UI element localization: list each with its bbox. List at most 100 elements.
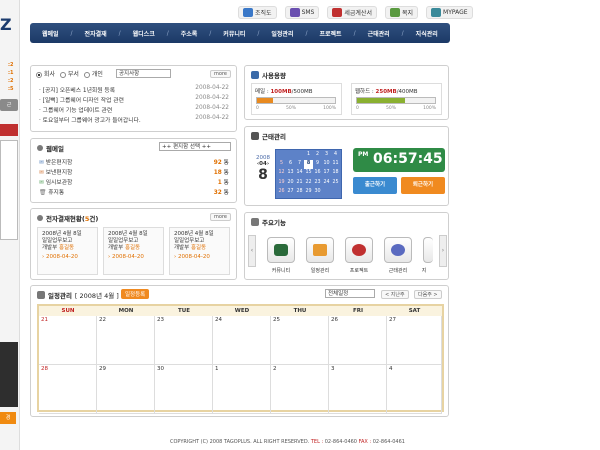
nav-knowledge[interactable]: 지식관리: [416, 29, 438, 38]
approval-card[interactable]: 2008년 4월 8일 일일업무보고 개발부 홍길동 › 2008-04-20: [37, 227, 98, 275]
calendar-icon: [37, 291, 45, 299]
mailbox-row[interactable]: ✉ 보낸편지함 18 통: [39, 167, 229, 176]
mypage-icon: [431, 7, 442, 17]
mailbox-row[interactable]: 🗑 휴지통 32 통: [39, 187, 229, 196]
calendar-day[interactable]: 10: [322, 160, 331, 169]
prev-week-button[interactable]: < 지난주: [381, 290, 409, 299]
feature-label: 지: [421, 268, 427, 274]
notice-item[interactable]: · 토요일부터 그룹웨어 광고가 들어갑니다. 2008-04-22: [39, 115, 229, 124]
calendar-day[interactable]: 1: [304, 151, 313, 160]
calendar-day[interactable]: 30: [313, 188, 322, 197]
radio-personal[interactable]: 개인: [83, 69, 103, 78]
schedule-day-cell[interactable]: 4: [387, 365, 442, 414]
nav-addressbook[interactable]: 주소록: [181, 29, 198, 38]
left-button[interactable]: 근: [0, 99, 18, 111]
main-nav: 웹메일 / 전자결재 / 웹디스크 / 주소록 / 커뮤니티 / 일정관리 / 프로젝트 / …: [30, 23, 450, 43]
schedule-day-cell[interactable]: 29: [97, 365, 155, 414]
calendar-day[interactable]: 5: [277, 160, 286, 169]
nav-community[interactable]: 커뮤니티: [223, 29, 245, 38]
calendar-day[interactable]: 23: [313, 179, 322, 188]
check-out-button[interactable]: 퇴근하기: [401, 177, 445, 194]
calendar-day[interactable]: 8: [304, 160, 313, 170]
calendar-day[interactable]: 15: [304, 169, 313, 178]
notice-item[interactable]: · [공지] 오픈베스 1년회원 등록 2008-04-22: [39, 85, 229, 94]
schedule-filter-select[interactable]: 전체일정: [325, 289, 375, 298]
schedule-day-cell[interactable]: 23: [155, 316, 213, 365]
approval-card[interactable]: 2008년 4월 8일 일일업무보고 개발부 홍길동 › 2008-04-20: [103, 227, 164, 275]
top-link-tax[interactable]: 세금계산서: [327, 5, 377, 19]
calendar-day[interactable]: 4: [331, 151, 340, 160]
calendar-day[interactable]: 20: [286, 179, 295, 188]
calendar-day[interactable]: 18: [331, 169, 340, 178]
community-icon[interactable]: [267, 237, 295, 263]
notice-item[interactable]: · [일뻑] 그룹웨어 디자인 작업 관련 2008-04-22: [39, 95, 229, 104]
schedule-day-cell[interactable]: 24: [213, 316, 271, 365]
nav-project[interactable]: 프로젝트: [319, 29, 341, 38]
nav-schedule[interactable]: 일정관리: [271, 29, 293, 38]
next-week-button[interactable]: 다음주 >: [414, 290, 442, 299]
radio-company[interactable]: 회사: [36, 69, 55, 78]
schedule-day-cell[interactable]: 30: [155, 365, 213, 414]
mailbox-row[interactable]: ✉ 임시보관함 1 통: [39, 177, 229, 186]
mailbox-select[interactable]: ++ 편지함 선택 ++: [159, 142, 231, 151]
schedule-day-cell[interactable]: 2: [271, 365, 329, 414]
calendar-day[interactable]: 28: [295, 188, 304, 197]
calendar-day[interactable]: 16: [313, 169, 322, 178]
calendar-day[interactable]: 13: [286, 169, 295, 178]
top-link-org[interactable]: 조직도: [238, 5, 277, 19]
count-2: :1: [8, 70, 14, 76]
schedule-icon[interactable]: [306, 237, 334, 263]
mailbox-row[interactable]: ✉ 받은편지함 92 통: [39, 157, 229, 166]
mini-calendar[interactable]: 1 2 3 4 5 6 7 8 9 10 11 12 13 14 15 16 17 18 19 20 21 22 23 24 2…: [275, 149, 342, 199]
nav-approval[interactable]: 전자결재: [85, 29, 107, 38]
notice-item[interactable]: · 그룹웨어 기능 업데이트 관련 2008-04-22: [39, 105, 229, 114]
radio-dept[interactable]: 부서: [59, 69, 79, 78]
calendar-day[interactable]: 17: [322, 169, 331, 178]
attendance-icon[interactable]: [384, 237, 412, 263]
calendar-day[interactable]: 14: [295, 169, 304, 178]
left-orange-button[interactable]: 경: [0, 412, 16, 424]
calendar-day[interactable]: 21: [295, 179, 304, 188]
prev-arrow-icon[interactable]: ‹: [248, 235, 256, 267]
schedule-day-cell[interactable]: 22: [97, 316, 155, 365]
schedule-day-cell[interactable]: 28: [39, 365, 97, 414]
knowledge-icon[interactable]: [423, 237, 433, 263]
approval-card[interactable]: 2008년 4월 8일 일일업무보고 개발부 홍길동 › 2008-04-20: [169, 227, 230, 275]
calendar-day[interactable]: 9: [313, 160, 322, 169]
schedule-day-cell[interactable]: 26: [329, 316, 387, 365]
approval-more-button[interactable]: more: [210, 213, 231, 221]
calendar-day[interactable]: 2: [313, 151, 322, 160]
notice-more-button[interactable]: more: [210, 70, 231, 78]
day-header: WED: [213, 306, 271, 316]
check-in-button[interactable]: 출근하기: [353, 177, 397, 194]
calendar-day[interactable]: 22: [304, 179, 313, 188]
schedule-day-cell[interactable]: 27: [387, 316, 442, 365]
top-link-mypage[interactable]: MYPAGE: [426, 5, 473, 19]
nav-webmail[interactable]: 웹메일: [42, 29, 59, 38]
calendar-day[interactable]: 11: [331, 160, 340, 169]
usage-icon: [251, 71, 259, 79]
calendar-day[interactable]: 12: [277, 169, 286, 178]
left-dark-banner: [0, 342, 18, 407]
schedule-day-cell[interactable]: 21: [39, 316, 97, 365]
top-link-note[interactable]: 목지: [384, 5, 419, 19]
schedule-day-cell[interactable]: 1: [213, 365, 271, 414]
calendar-day[interactable]: 26: [277, 188, 286, 197]
nav-attendance[interactable]: 근태관리: [368, 29, 390, 38]
calendar-day[interactable]: 6: [286, 160, 295, 169]
project-icon[interactable]: [345, 237, 373, 263]
calendar-day[interactable]: 29: [304, 188, 313, 197]
add-schedule-button[interactable]: 일정등록: [121, 289, 150, 299]
calendar-day[interactable]: 25: [331, 179, 340, 188]
schedule-day-cell[interactable]: 25: [271, 316, 329, 365]
calendar-day[interactable]: 19: [277, 179, 286, 188]
calendar-day[interactable]: 24: [322, 179, 331, 188]
notice-category-select[interactable]: 공지사항: [116, 69, 171, 78]
next-arrow-icon[interactable]: ›: [439, 235, 447, 267]
top-link-sms[interactable]: SMS: [284, 5, 320, 19]
schedule-day-cell[interactable]: 3: [329, 365, 387, 414]
nav-webdisk[interactable]: 웹디스크: [133, 29, 155, 38]
calendar-day[interactable]: 7: [295, 160, 304, 169]
calendar-day[interactable]: 27: [286, 188, 295, 197]
calendar-day[interactable]: 3: [322, 151, 331, 160]
